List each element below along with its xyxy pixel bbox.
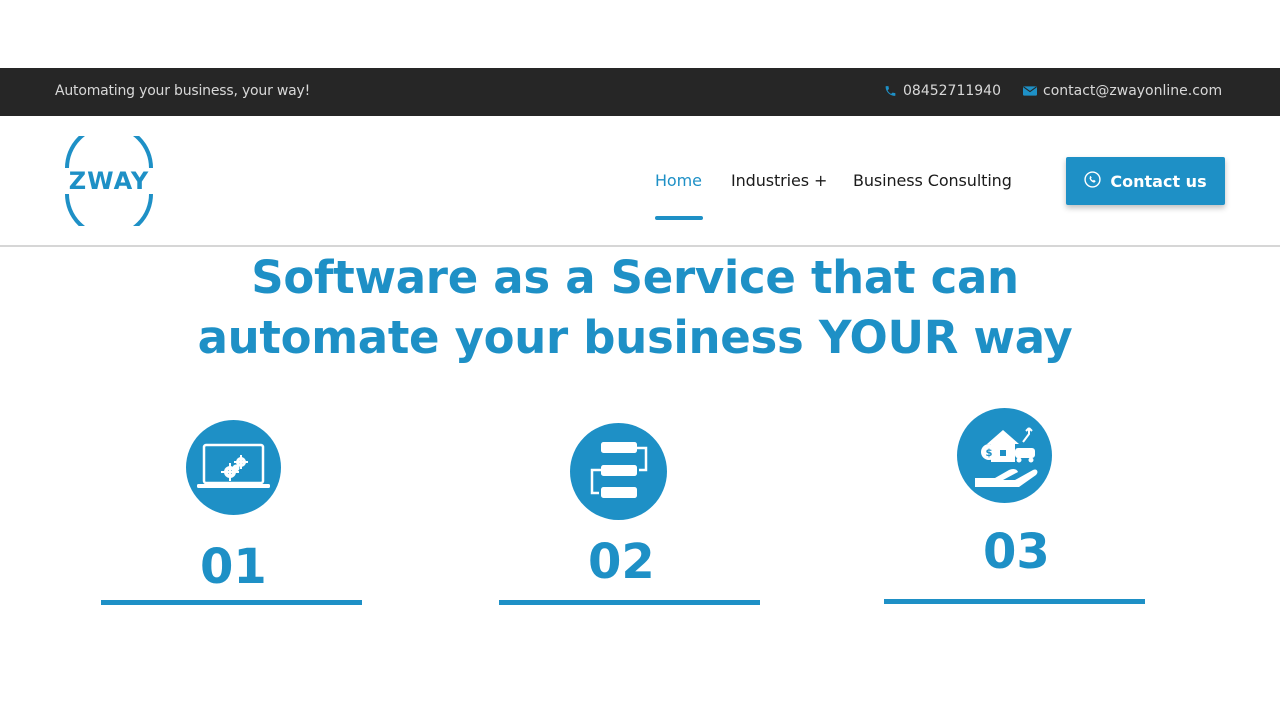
- email-contact[interactable]: contact@zwayonline.com: [1023, 83, 1222, 99]
- tagline: Automating your business, your way!: [55, 83, 311, 99]
- svg-text:$: $: [986, 448, 993, 459]
- nav-home[interactable]: Home: [655, 171, 702, 190]
- nav-business-consulting[interactable]: Business Consulting: [853, 171, 1012, 190]
- top-bar: Automating your business, your way! 0845…: [0, 68, 1280, 116]
- logo-text: ZWAY: [69, 167, 149, 195]
- hand-property-icon: $: [957, 408, 1052, 503]
- feature-underline-2: [499, 600, 760, 605]
- laptop-gears-icon: [186, 420, 281, 515]
- phone-number[interactable]: 08452711940: [903, 83, 1001, 99]
- contact-us-label: Contact us: [1110, 171, 1207, 191]
- site-header: ZWAY Home Industries + Business Consulti…: [0, 116, 1280, 247]
- feature-number-1: 01: [200, 539, 267, 595]
- feature-underline-3: [884, 599, 1145, 604]
- nav-industries[interactable]: Industries +: [731, 171, 827, 190]
- flow-blocks-icon: [570, 423, 667, 520]
- envelope-icon: [1023, 85, 1037, 97]
- feature-underline-1: [101, 600, 362, 605]
- contact-us-button[interactable]: Contact us: [1066, 157, 1225, 205]
- hero-line-2: automate your business YOUR way: [197, 311, 1073, 364]
- active-nav-indicator: [655, 216, 703, 220]
- phone-call-icon: [1084, 170, 1102, 192]
- phone-icon: [884, 84, 897, 98]
- feature-number-2: 02: [588, 534, 655, 590]
- feature-number-3: 03: [983, 524, 1050, 580]
- hero-headline: Software as a Service that can automate …: [0, 248, 1270, 368]
- email-address[interactable]: contact@zwayonline.com: [1043, 83, 1222, 99]
- hero-line-1: Software as a Service that can: [251, 251, 1019, 304]
- phone-contact[interactable]: 08452711940: [884, 83, 1001, 99]
- zway-logo[interactable]: ZWAY: [55, 124, 165, 238]
